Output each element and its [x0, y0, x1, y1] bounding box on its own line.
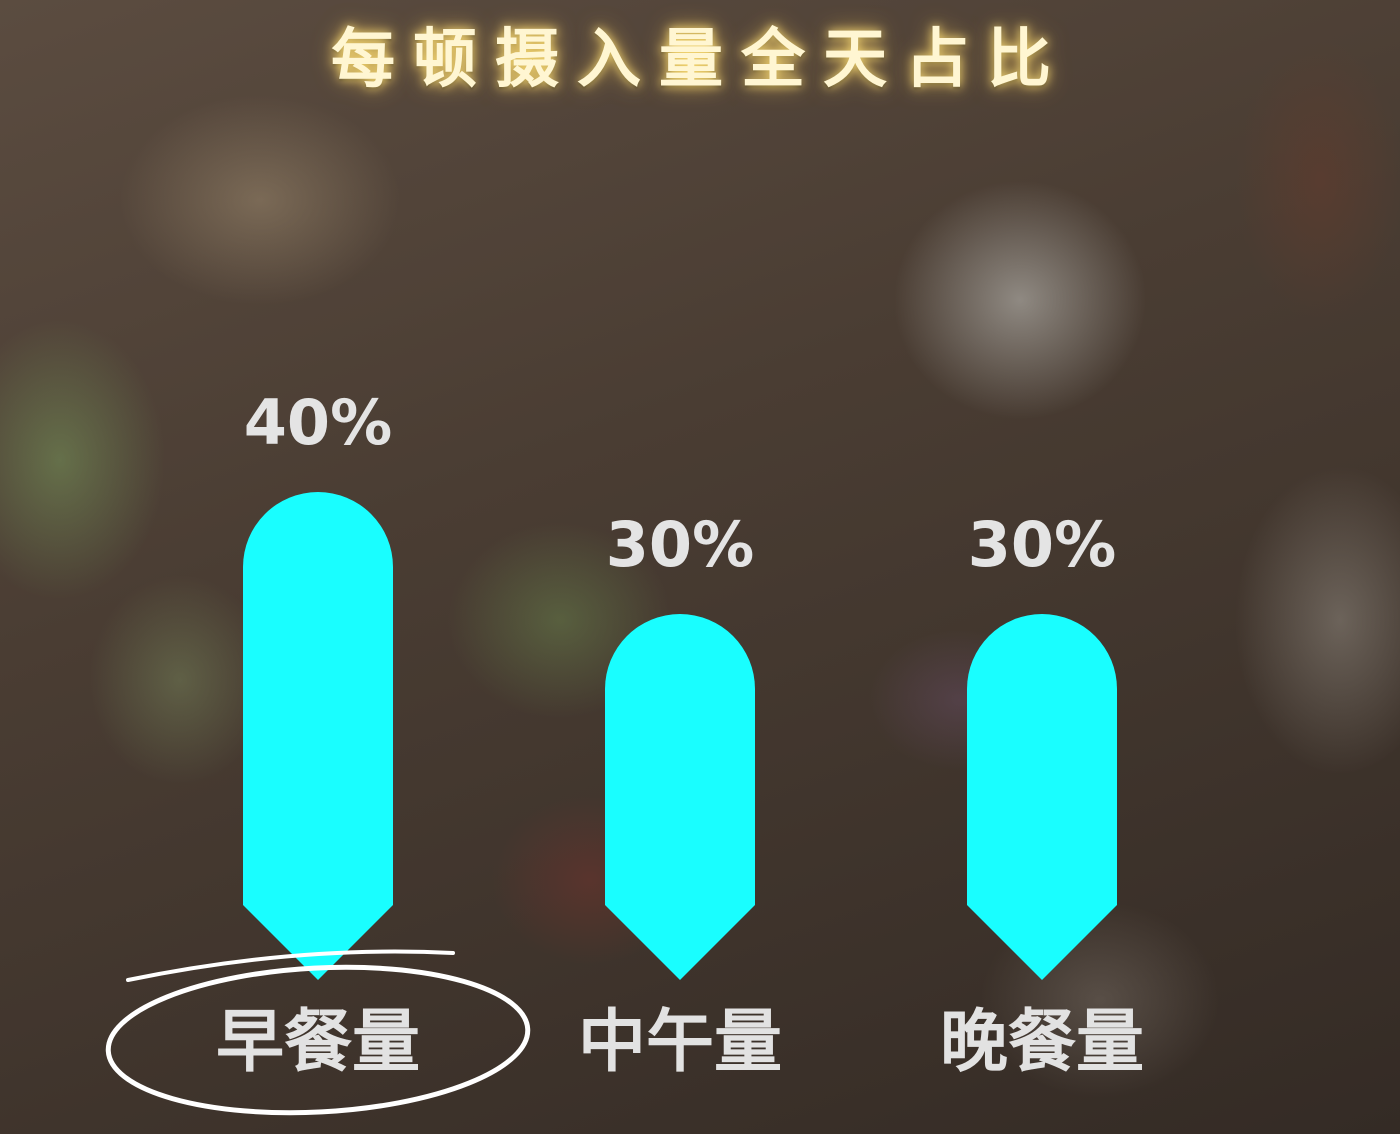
bar-chart: 40% 早餐量 30% 中午量 30% 晚餐量: [105, 386, 1144, 1116]
value-label-3: 30%: [968, 508, 1116, 581]
category-label-2: 中午量: [578, 1003, 782, 1082]
bar-3: [967, 614, 1117, 980]
chart-stage: 每顿摄入量全天占比 40% 早餐量 30% 中午量 30% 晚餐量: [0, 0, 1400, 1134]
category-label-3: 晚餐量: [940, 1003, 1144, 1082]
bar-1: [243, 492, 393, 980]
value-label-1: 40%: [244, 386, 392, 459]
value-label-2: 30%: [606, 508, 754, 581]
category-label-1: 早餐量: [216, 1003, 420, 1082]
bar-2: [605, 614, 755, 980]
